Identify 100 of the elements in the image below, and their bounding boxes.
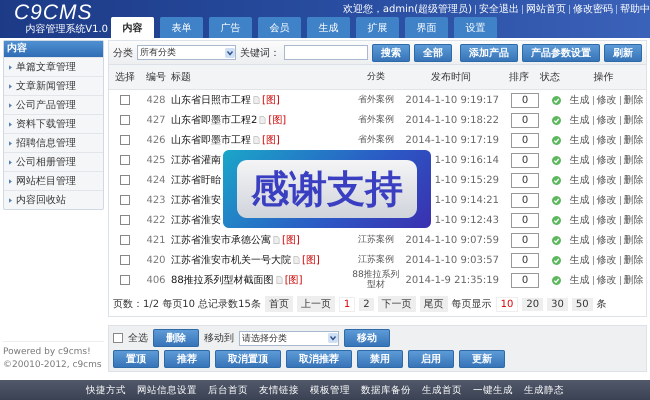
order-field[interactable]: 0 — [511, 232, 539, 248]
top-link[interactable]: 网站首页 — [526, 2, 566, 16]
footer-link[interactable]: 后台首页 — [208, 384, 248, 396]
row-action-link[interactable]: 修改 — [596, 133, 616, 147]
sidebar-item[interactable]: 资料下载管理 — [4, 114, 103, 133]
row-action-link[interactable]: 修改 — [596, 173, 616, 187]
row-checkbox[interactable] — [120, 235, 130, 245]
order-field[interactable]: 0 — [511, 212, 539, 228]
nav-tab[interactable]: 广告 — [209, 17, 252, 38]
order-field[interactable]: 0 — [511, 132, 539, 148]
order-field[interactable]: 0 — [511, 112, 539, 128]
row-action-link[interactable]: 删除 — [624, 93, 644, 107]
bulk-button[interactable]: 禁用 — [357, 350, 403, 368]
bulk-button[interactable]: 取消推荐 — [286, 350, 352, 368]
page-link[interactable]: 首页 — [264, 296, 293, 312]
page-link[interactable]: 下一页 — [378, 296, 416, 312]
footer-link[interactable]: 网站信息设置 — [137, 384, 197, 396]
sidebar-item[interactable]: 公司产品管理 — [4, 95, 103, 114]
row-checkbox[interactable] — [120, 115, 130, 125]
order-field[interactable]: 0 — [511, 92, 539, 108]
bulk-button[interactable]: 取消置顶 — [215, 350, 281, 368]
row-action-link[interactable]: 删除 — [624, 213, 644, 227]
footer-link[interactable]: 模板管理 — [310, 384, 350, 396]
bulk-button[interactable]: 推荐 — [164, 350, 210, 368]
row-action-link[interactable]: 删除 — [624, 253, 644, 267]
action-button[interactable]: 添加产品 — [460, 44, 518, 62]
filter-button[interactable]: 搜索 — [372, 44, 410, 62]
order-field[interactable]: 0 — [511, 192, 539, 208]
row-action-link[interactable]: 删除 — [624, 113, 644, 127]
row-action-link[interactable]: 生成 — [570, 173, 590, 187]
row-action-link[interactable]: 生成 — [570, 213, 590, 227]
title-link[interactable]: 江苏省盱眙 — [171, 173, 221, 187]
row-action-link[interactable]: 删除 — [624, 133, 644, 147]
footer-link[interactable]: 一键生成 — [473, 384, 513, 396]
row-action-link[interactable]: 生成 — [570, 113, 590, 127]
row-checkbox[interactable] — [120, 155, 130, 165]
row-action-link[interactable]: 生成 — [570, 153, 590, 167]
row-checkbox[interactable] — [120, 95, 130, 105]
row-checkbox[interactable] — [120, 275, 130, 285]
row-checkbox[interactable] — [120, 195, 130, 205]
nav-tab[interactable]: 生成 — [307, 17, 350, 38]
per-page-option[interactable]: 50 — [572, 298, 593, 310]
row-action-link[interactable]: 生成 — [570, 193, 590, 207]
order-field[interactable]: 0 — [511, 172, 539, 188]
order-field[interactable]: 0 — [511, 152, 539, 168]
row-action-link[interactable]: 修改 — [596, 113, 616, 127]
top-link[interactable]: 修改密码 — [573, 2, 613, 16]
nav-tab[interactable]: 界面 — [405, 17, 448, 38]
row-action-link[interactable]: 删除 — [624, 173, 644, 187]
sidebar-item[interactable]: 内容回收站 — [4, 190, 103, 209]
row-action-link[interactable]: 修改 — [596, 93, 616, 107]
action-button[interactable]: 产品参数设置 — [522, 44, 600, 62]
top-link[interactable]: 安全退出 — [479, 2, 519, 16]
row-action-link[interactable]: 修改 — [596, 213, 616, 227]
nav-tab[interactable]: 设置 — [454, 17, 497, 38]
footer-link[interactable]: 生成静态 — [524, 384, 564, 396]
top-link[interactable]: 帮助中 — [620, 2, 650, 16]
action-button[interactable]: 刷新 — [604, 44, 642, 62]
select-all-checkbox[interactable] — [113, 333, 123, 343]
order-field[interactable]: 0 — [511, 252, 539, 268]
footer-link[interactable]: 快捷方式 — [86, 384, 126, 396]
row-checkbox[interactable] — [120, 175, 130, 185]
title-link[interactable]: 江苏省淮安市机关一号大院 — [171, 253, 291, 267]
row-checkbox[interactable] — [120, 255, 130, 265]
footer-link[interactable]: 生成首页 — [422, 384, 462, 396]
per-page-option[interactable]: 20 — [522, 298, 544, 310]
nav-tab[interactable]: 扩展 — [356, 17, 399, 38]
delete-button[interactable]: 删除 — [153, 329, 199, 347]
row-checkbox[interactable] — [120, 135, 130, 145]
sidebar-item[interactable]: 文章新闻管理 — [4, 76, 103, 95]
per-page-option[interactable]: 30 — [547, 298, 568, 310]
row-action-link[interactable]: 删除 — [624, 273, 644, 287]
title-link[interactable]: 江苏省淮安 — [171, 213, 221, 227]
title-link[interactable]: 江苏省灌南 — [171, 153, 221, 167]
row-action-link[interactable]: 生成 — [570, 93, 590, 107]
title-link[interactable]: 88推拉系列型材截面图 — [171, 273, 274, 287]
footer-link[interactable]: 数据库备份 — [361, 384, 411, 396]
row-action-link[interactable]: 生成 — [570, 233, 590, 247]
row-action-link[interactable]: 生成 — [570, 273, 590, 287]
row-action-link[interactable]: 修改 — [596, 233, 616, 247]
row-action-link[interactable]: 删除 — [624, 233, 644, 247]
page-link[interactable]: 1 — [338, 296, 356, 312]
bulk-button[interactable]: 更新 — [459, 350, 505, 368]
keyword-field[interactable] — [284, 45, 368, 60]
title-link[interactable]: 江苏省淮安市承德公寓 — [171, 233, 271, 247]
sidebar-item[interactable]: 招聘信息管理 — [4, 133, 103, 152]
row-action-link[interactable]: 删除 — [624, 193, 644, 207]
category-select[interactable]: 所有分类 — [137, 45, 236, 60]
row-checkbox[interactable] — [120, 215, 130, 225]
order-field[interactable]: 0 — [511, 272, 539, 288]
page-link[interactable]: 上一页 — [296, 296, 335, 312]
nav-tab[interactable]: 会员 — [258, 17, 301, 38]
nav-tab[interactable]: 内容 — [111, 17, 154, 38]
page-link[interactable]: 2 — [359, 298, 374, 310]
title-link[interactable]: 山东省日照市工程 — [171, 93, 251, 107]
footer-link[interactable]: 友情链接 — [259, 384, 299, 396]
move-button[interactable]: 移动 — [344, 329, 390, 347]
bulk-button[interactable]: 置顶 — [113, 350, 159, 368]
row-action-link[interactable]: 修改 — [596, 153, 616, 167]
row-action-link[interactable]: 生成 — [570, 253, 590, 267]
